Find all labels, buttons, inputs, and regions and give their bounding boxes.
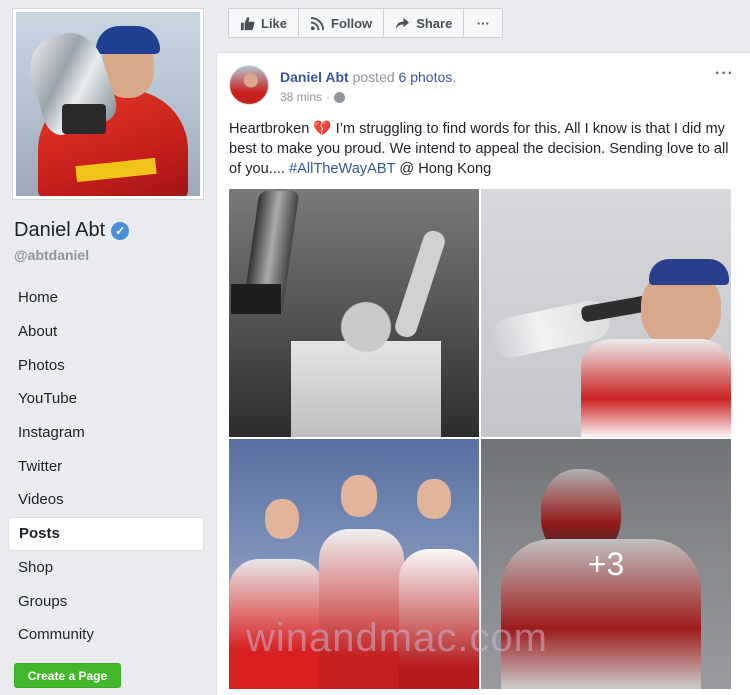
post-header: Daniel Abt posted 6 photos.	[280, 69, 456, 85]
post-text: Heartbroken 💔 I’m struggling to find wor…	[229, 119, 734, 179]
follow-label: Follow	[331, 15, 373, 31]
post-text-start: Heartbroken	[229, 121, 314, 137]
nav-item-about[interactable]: About	[8, 315, 204, 349]
post-options-icon[interactable]: ···	[715, 65, 734, 83]
verified-check-icon: ✓	[111, 221, 130, 240]
rss-follow-icon	[310, 16, 325, 30]
profile-picture[interactable]	[16, 12, 200, 196]
driver-right-shape	[399, 549, 479, 689]
post-author-name[interactable]: Daniel Abt	[280, 69, 349, 85]
nav-item-youtube[interactable]: YouTube	[8, 382, 204, 416]
photos-count-link[interactable]: 6 photos	[399, 69, 453, 85]
trophy-base-shape	[231, 284, 281, 314]
photo-grid: +3	[229, 189, 731, 689]
create-page-button[interactable]: Create a Page	[14, 663, 121, 688]
face-center-shape	[341, 475, 377, 517]
nav-item-videos[interactable]: Videos	[8, 483, 204, 517]
author-avatar[interactable]	[229, 65, 269, 105]
nav-item-home[interactable]: Home	[8, 281, 204, 315]
more-photos-overlay[interactable]: +3	[481, 439, 731, 689]
page-nav: Home About Photos YouTube Instagram Twit…	[8, 281, 204, 652]
photo-3-three-drivers[interactable]	[229, 439, 479, 689]
posted-text: posted	[352, 69, 395, 85]
photo-1-podium-trophy[interactable]	[229, 189, 479, 437]
thumbs-up-icon	[240, 16, 255, 30]
profile-picture-cap	[96, 26, 160, 54]
nav-item-community[interactable]: Community	[8, 618, 204, 652]
nav-item-posts[interactable]: Posts	[8, 516, 204, 551]
face-right-shape	[417, 479, 451, 519]
share-label: Share	[416, 15, 453, 31]
nav-item-photos[interactable]: Photos	[8, 348, 204, 382]
face-left-shape	[265, 499, 299, 539]
post-timestamp[interactable]: 38 mins	[280, 90, 322, 104]
like-label: Like	[261, 15, 288, 31]
hashtag-link[interactable]: #AllTheWayABT	[289, 161, 395, 177]
like-button[interactable]: Like	[229, 9, 300, 37]
broken-heart-icon: 💔	[313, 121, 332, 137]
post-text-location: @ Hong Kong	[395, 161, 492, 177]
follow-button[interactable]: Follow	[299, 9, 385, 37]
page-name-row: Daniel Abt ✓	[14, 219, 130, 242]
share-arrow-icon	[396, 17, 410, 29]
page-handle[interactable]: @abtdaniel	[14, 247, 89, 263]
driver-left-shape	[229, 559, 324, 689]
globe-public-icon[interactable]	[334, 91, 346, 103]
nav-item-instagram[interactable]: Instagram	[8, 416, 204, 450]
page-action-bar: Like Follow Share ···	[228, 8, 504, 38]
meta-separator: ·	[326, 90, 331, 104]
post-card: Daniel Abt posted 6 photos. 38 mins · ··…	[216, 52, 750, 695]
post-meta: 38 mins ·	[280, 90, 346, 104]
header-period: .	[452, 69, 457, 85]
cap-shape	[649, 259, 729, 285]
share-button[interactable]: Share	[384, 9, 465, 37]
suit-shape	[581, 339, 731, 437]
driver-center-shape	[319, 529, 404, 689]
nav-item-groups[interactable]: Groups	[8, 584, 204, 618]
photo-4-helmet-celebration[interactable]: +3	[481, 439, 731, 689]
profile-picture-frame[interactable]	[12, 8, 204, 200]
nav-item-shop[interactable]: Shop	[8, 551, 204, 585]
photo-2-champagne-spray[interactable]	[481, 189, 731, 437]
page-name[interactable]: Daniel Abt	[14, 219, 105, 242]
nav-item-twitter[interactable]: Twitter	[8, 449, 204, 483]
more-options-button[interactable]: ···	[464, 9, 502, 37]
left-sidebar: Daniel Abt ✓ @abtdaniel Home About Photo…	[0, 0, 216, 695]
profile-picture-trophy-base	[62, 104, 106, 134]
